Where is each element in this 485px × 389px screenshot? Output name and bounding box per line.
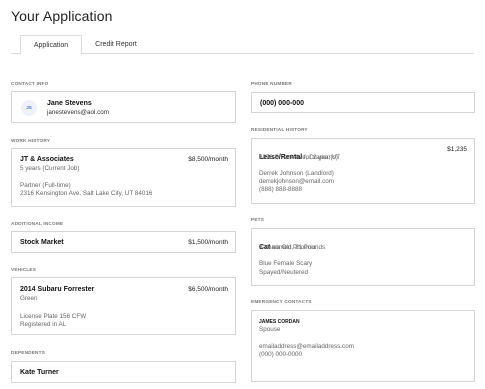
page-title: Your Application: [11, 8, 113, 24]
contact-info-card: JS Jane Stevens janestevens@aol.com: [11, 91, 236, 123]
work-history-label: WORK HISTORY: [11, 138, 51, 143]
avatar: JS: [21, 100, 37, 116]
additional-income-card: Stock Market $1,500/month: [11, 231, 236, 253]
landlord-phone: (888) 888-8888: [259, 186, 303, 193]
work-address: 2316 Kensington Ave. Salt Lake City, UT …: [20, 190, 153, 197]
vehicle-color: Green: [20, 295, 38, 302]
vehicles-card: 2014 Subaru Forrester $6,500/month Green…: [11, 277, 236, 335]
pets-card: Cat named Phoenix 3 Years Old, 21 Pounds…: [251, 228, 475, 286]
contact-info-label: CONTACT INFO: [11, 81, 49, 86]
residential-history-card: Lease/Rental for 2 year(s) $1,235 3378 S…: [251, 138, 475, 204]
contact-name: Jane Stevens: [47, 100, 92, 107]
residential-history-label: RESIDENTIAL HISTORY: [251, 127, 308, 132]
work-tenure: 5 years (Current Job): [20, 165, 80, 172]
emergency-contacts-label: EMERGENCY CONTACTS: [251, 299, 312, 304]
emergency-contacts-card: JAMES CORDAN Spouse emailaddress@emailad…: [251, 310, 475, 382]
vehicles-label: VEHICLES: [11, 267, 37, 272]
phone-number-value: (000) 000-000: [260, 100, 304, 107]
residence-address: 3378 S Park Ave, Draper, UT: [259, 154, 341, 161]
landlord-name: Derrek Johnson (Landlord): [259, 170, 334, 177]
phone-number-label: PHONE NUMBER: [251, 81, 292, 86]
employer-name: JT & Associates: [20, 156, 74, 163]
pet-status: Spayed/Neutered: [259, 269, 309, 276]
emergency-contact-relation: Spouse: [259, 326, 281, 333]
residence-amount: $1,235: [447, 146, 467, 153]
emergency-contact-email: emailaddress@emailaddress.com: [259, 343, 354, 350]
emergency-contact-name: JAMES CORDAN: [259, 319, 300, 325]
tab-credit-report[interactable]: Credit Report: [91, 35, 141, 54]
vehicle-name: 2014 Subaru Forrester: [20, 286, 95, 293]
pet-age-weight: 3 Years Old, 21 Pounds: [259, 244, 326, 251]
work-role: Partner (Full-time): [20, 182, 71, 189]
phone-number-card: (000) 000-000: [251, 92, 475, 113]
dependents-card: Kate Turner: [11, 361, 236, 383]
income-source: Stock Market: [20, 239, 64, 246]
pets-label: PETS: [251, 217, 265, 222]
dependent-name: Kate Turner: [20, 369, 59, 376]
emergency-contact-phone: (000) 000-0000: [259, 351, 303, 358]
landlord-email: derrekjohnson@email.com: [259, 178, 334, 185]
dependents-label: DEPENDENTS: [11, 350, 46, 355]
contact-email: janestevens@aol.com: [47, 109, 110, 116]
pet-description: Blue Female Scary: [259, 260, 313, 267]
vehicle-plate: License Plate 156 CFW: [20, 313, 87, 320]
tab-application[interactable]: Application: [20, 35, 82, 55]
vehicle-registration: Registered in AL: [20, 321, 67, 328]
work-history-card: JT & Associates $8,500/month 5 years (Cu…: [11, 148, 236, 207]
income-amount: $1,500/month: [188, 239, 228, 246]
vehicle-amount: $6,500/month: [188, 286, 228, 293]
additional-income-label: ADDITIONAL INCOME: [11, 221, 64, 226]
tab-bar: Application Credit Report: [11, 35, 474, 55]
work-amount: $8,500/month: [188, 156, 228, 163]
